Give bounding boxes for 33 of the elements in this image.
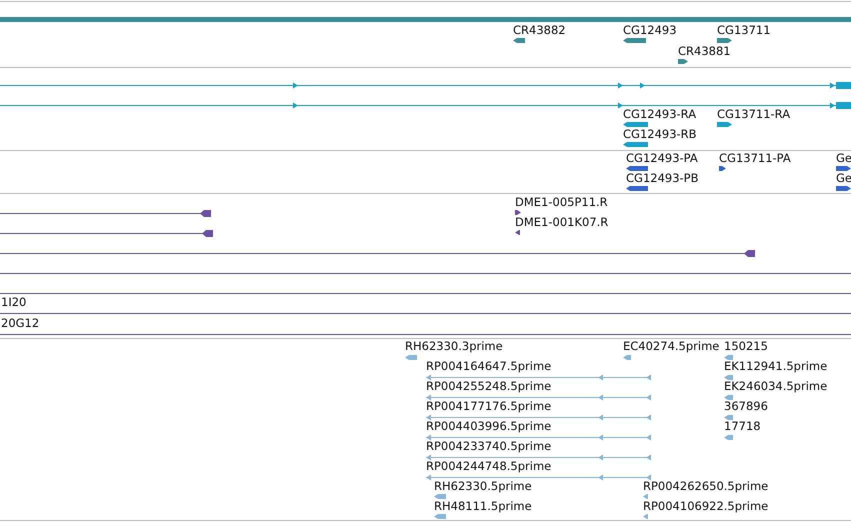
feature-label: RP004233740.5prime: [426, 439, 552, 453]
feature-label: RP004106922.5prime: [643, 499, 768, 513]
feature-label: 367896: [724, 399, 768, 413]
feature-label: CR43881: [678, 44, 731, 58]
feature-label: DME1-005P11.R: [515, 195, 608, 209]
feature-label: CG13711: [717, 23, 771, 37]
feature-label: RP004244748.5prime: [426, 459, 552, 473]
feature-label: CG12493-RB: [623, 127, 697, 141]
feature-label: EK246034.5prime: [724, 379, 828, 393]
feature-label: DME1-001K07.R: [515, 215, 608, 229]
feature-label: RP004255248.5prime: [426, 379, 552, 393]
feature-label: CG12493-PB: [626, 171, 698, 185]
feature-label: Ge: [836, 151, 851, 165]
feature-label: CG13711-RA: [717, 107, 790, 121]
feature-label: CG12493: [623, 23, 677, 37]
feature-label: RH62330.5prime: [434, 479, 532, 493]
feature-label: CG12493-RA: [623, 107, 696, 121]
feature-label: 17718: [724, 419, 761, 433]
feature-label: EC40274.5prime: [623, 339, 720, 353]
feature-label: Ge: [836, 171, 851, 185]
feature-label: CR43882: [513, 23, 566, 37]
feature-label: RP004403996.5prime: [426, 419, 552, 433]
feature-label: CG13711-PA: [719, 151, 791, 165]
feature-label: 20G12: [1, 316, 40, 330]
feature-label: 150215: [724, 339, 768, 353]
feature-label: RP004262650.5prime: [643, 479, 768, 493]
feature-label: RP004177176.5prime: [426, 399, 552, 413]
feature-label: CG12493-PA: [626, 151, 698, 165]
feature-label: RP004164647.5prime: [426, 359, 552, 373]
feature-label: EK112941.5prime: [724, 359, 828, 373]
feature-label: 1I20: [1, 295, 26, 309]
feature-label: RH62330.3prime: [405, 339, 503, 353]
feature-label: RH48111.5prime: [434, 499, 532, 513]
